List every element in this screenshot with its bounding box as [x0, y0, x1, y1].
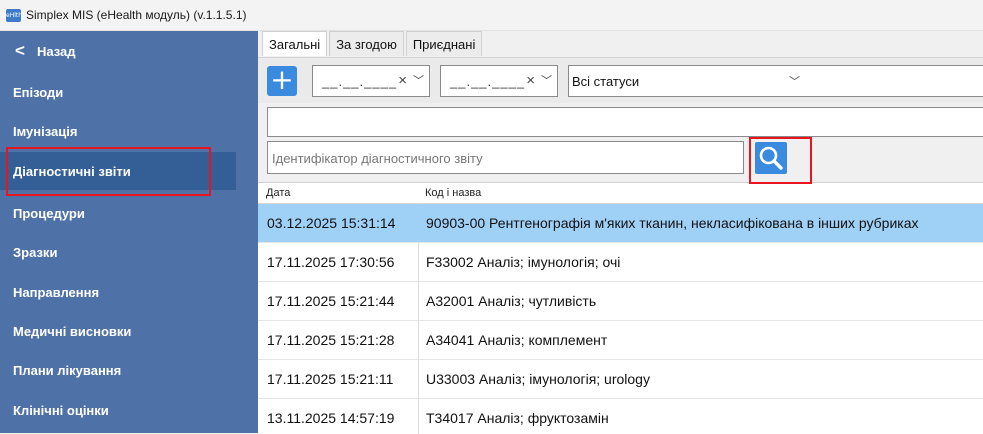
row-date: 17.11.2025 15:21:11	[267, 371, 394, 387]
row-code-name: F33002 Аналіз; імунологія; очі	[426, 254, 621, 270]
row-date: 13.11.2025 14:57:19	[267, 410, 395, 426]
table-row[interactable]: 03.12.2025 15:31:14 90903-00 Рентгеногра…	[258, 204, 983, 243]
row-code-name: A32001 Аналіз; чутливість	[426, 293, 597, 309]
chevron-down-icon[interactable]: ﹀	[413, 72, 424, 88]
table-row[interactable]: 17.11.2025 15:21:44 A32001 Аналіз; чутли…	[258, 282, 983, 321]
chevron-down-icon: ﹀	[789, 76, 800, 88]
row-code-name: U33003 Аналіз; імунологія; urology	[426, 371, 650, 387]
add-button[interactable]: +	[267, 66, 297, 96]
tab-attached[interactable]: Приєднані	[405, 31, 483, 56]
row-code-name: 90903-00 Рентгенографія м'яких тканин, н…	[426, 215, 919, 231]
reports-table: Дата Код і назва 03.12.2025 15:31:14 909…	[258, 182, 983, 434]
row-date: 17.11.2025 15:21:44	[267, 293, 395, 309]
sidebar-item-medical-conclusions[interactable]: Медичні висновки	[0, 312, 258, 350]
date-to-picker[interactable]: __.__.____ × ﹀	[440, 65, 558, 97]
sidebar-item-immunization[interactable]: Імунізація	[0, 112, 258, 150]
row-date: 03.12.2025 15:31:14	[267, 215, 396, 231]
date-from-value: __.__.____	[322, 74, 398, 89]
tab-by-consent[interactable]: За згодою	[329, 31, 404, 56]
sidebar: < Назад Епізоди Імунізація Діагностичні …	[0, 31, 258, 433]
report-id-placeholder: Ідентифікатор діагностичного звіту	[272, 151, 483, 166]
tab-general[interactable]: Загальні	[262, 31, 328, 56]
chevron-down-icon[interactable]: ﹀	[541, 72, 552, 88]
sidebar-item-label: Зразки	[13, 244, 58, 260]
row-date: 17.11.2025 17:30:56	[267, 254, 395, 270]
date-from-picker[interactable]: __.__.____ × ﹀	[312, 65, 430, 97]
status-value: Всі статуси	[572, 74, 640, 89]
window-title: Simplex MIS (eHealth модуль) (v.1.1.5.1)	[26, 8, 247, 22]
row-code-name: A34041 Аналіз; комплемент	[426, 332, 608, 348]
main-panel: Загальні За згодою Приєднані + __.__.___…	[258, 31, 983, 434]
chevron-left-icon: <	[15, 41, 25, 60]
table-row[interactable]: 13.11.2025 14:57:19 T34017 Аналіз; фрукт…	[258, 399, 983, 434]
table-header: Дата Код і назва	[258, 183, 983, 204]
filter-input[interactable]	[267, 107, 983, 137]
table-row[interactable]: 17.11.2025 17:30:56 F33002 Аналіз; імуно…	[258, 243, 983, 282]
column-header-code-name[interactable]: Код і назва	[425, 187, 481, 199]
table-row[interactable]: 17.11.2025 15:21:28 A34041 Аналіз; компл…	[258, 321, 983, 360]
row-code-name: T34017 Аналіз; фруктозамін	[426, 410, 609, 426]
sidebar-item-care-plans[interactable]: Плани лікування	[0, 351, 258, 389]
sidebar-item-label: Імунізація	[13, 123, 78, 139]
sidebar-item-episodes[interactable]: Епізоди	[0, 73, 258, 111]
sidebar-item-label: Епізоди	[13, 84, 64, 100]
highlight-box-sidebar	[6, 147, 211, 196]
back-label: Назад	[36, 43, 76, 59]
sidebar-item-label: Клінічні оцінки	[13, 402, 109, 418]
row-date: 17.11.2025 15:21:28	[267, 332, 395, 348]
status-select[interactable]: Всі статуси ﹀	[568, 65, 983, 97]
table-row[interactable]: 17.11.2025 15:21:11 U33003 Аналіз; імуно…	[258, 360, 983, 399]
sidebar-item-procedures[interactable]: Процедури	[0, 194, 258, 232]
back-button[interactable]: < Назад	[0, 31, 258, 71]
sidebar-item-label: Медичні висновки	[13, 323, 132, 339]
clear-icon[interactable]: ×	[526, 72, 535, 89]
sidebar-item-label: Процедури	[13, 205, 85, 221]
report-id-input[interactable]: Ідентифікатор діагностичного звіту	[267, 141, 744, 174]
sidebar-item-referrals[interactable]: Направлення	[0, 273, 258, 311]
clear-icon[interactable]: ×	[398, 72, 407, 89]
filter-bar: + __.__.____ × ﹀ __.__.____ × ﹀ Всі стат…	[258, 57, 983, 103]
highlight-box-search	[749, 137, 812, 184]
sidebar-item-clinical-assessments[interactable]: Клінічні оцінки	[0, 391, 258, 429]
title-bar: eHlth Simplex MIS (eHealth модуль) (v.1.…	[0, 0, 983, 31]
sidebar-item-specimens[interactable]: Зразки	[0, 233, 258, 271]
sidebar-item-label: Направлення	[13, 284, 100, 300]
app-icon: eHlth	[6, 8, 22, 22]
tab-strip: Загальні За згодою Приєднані	[262, 31, 484, 56]
sidebar-item-label: Плани лікування	[13, 362, 122, 378]
column-header-date[interactable]: Дата	[266, 187, 290, 199]
plus-icon: +	[270, 63, 294, 96]
date-to-value: __.__.____	[450, 74, 526, 89]
